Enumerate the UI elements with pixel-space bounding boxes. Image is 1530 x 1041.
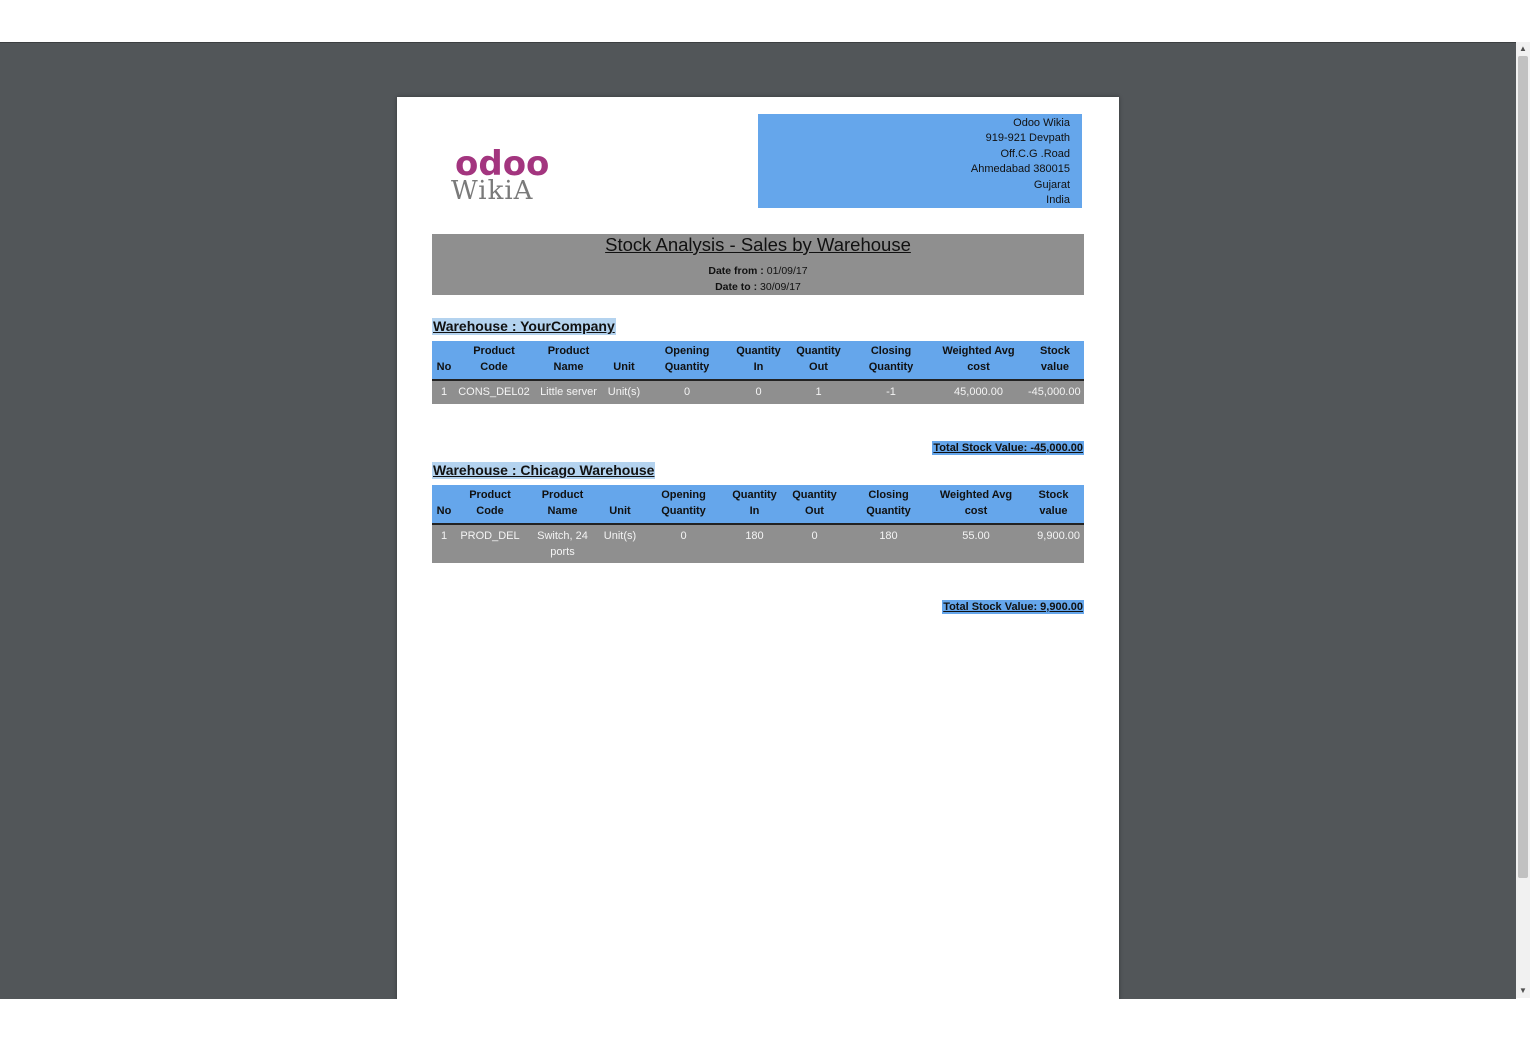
- col-header-stock-value: Stock value: [1026, 341, 1084, 381]
- warehouse-heading: Warehouse : Chicago Warehouse: [432, 462, 656, 479]
- warehouse-table: No Product Code Product Name Unit Opening Q…: [432, 341, 1084, 404]
- col-header-product-name: Product Name: [524, 485, 601, 525]
- table-row: 1 PROD_DEL Switch, 24 ports Unit(s) 0 18…: [432, 524, 1084, 563]
- col-header-quantity-out: Quantity Out: [786, 341, 851, 381]
- company-address-line: 919-921 Devpath: [985, 132, 1070, 145]
- col-header-weighted-avg-cost: Weighted Avg cost: [931, 341, 1026, 381]
- table-header-row: No Product Code Product Name Unit Opening Q…: [432, 485, 1084, 525]
- scroll-down-arrow-icon[interactable]: ▼: [1516, 984, 1530, 998]
- svg-text:WikiA: WikiA: [451, 176, 534, 203]
- report-page: odoo WikiA Odoo Wikia 919-921 Devpath Of…: [397, 97, 1119, 999]
- col-header-unit: Unit: [601, 485, 639, 525]
- date-from-value: 01/09/17: [766, 265, 808, 277]
- odoo-wikia-logo: odoo WikiA: [451, 145, 549, 203]
- pdf-viewer[interactable]: odoo WikiA Odoo Wikia 919-921 Devpath Of…: [0, 42, 1516, 999]
- col-header-quantity-in: Quantity In: [731, 341, 786, 381]
- cell-product-name: Little server: [540, 386, 597, 398]
- col-header-stock-value: Stock value: [1023, 485, 1084, 525]
- company-name: Odoo Wikia: [1013, 117, 1070, 129]
- warehouse-table: No Product Code Product Name Unit Opening Q…: [432, 485, 1084, 563]
- table-row: 1 CONS_DEL02 Little server Unit(s) 0 0 1…: [432, 380, 1084, 404]
- col-header-closing-quantity: Closing Quantity: [851, 341, 931, 381]
- col-header-product-name: Product Name: [532, 341, 605, 381]
- cell-product-code: CONS_DEL02: [458, 386, 530, 398]
- cell-unit: Unit(s): [603, 530, 637, 542]
- col-header-no: No: [432, 341, 456, 381]
- cell-no: 1: [440, 530, 448, 542]
- col-header-opening-quantity: Opening Quantity: [639, 485, 728, 525]
- company-address-block: Odoo Wikia 919-921 Devpath Off.C.G .Road…: [758, 114, 1082, 208]
- company-address-line: Ahmedabad 380015: [970, 163, 1070, 176]
- cell-stock-value: 9,900.00: [1037, 530, 1080, 542]
- date-to-line: Date to : 30/09/17: [432, 279, 1084, 295]
- cell-weighted-avg-cost: 55.00: [962, 530, 990, 542]
- date-from-line: Date from : 01/09/17: [432, 263, 1084, 279]
- cell-stock-value: -45,000.00: [1028, 386, 1081, 398]
- cell-opening-quantity: 0: [680, 530, 687, 542]
- col-header-product-code: Product Code: [456, 485, 524, 525]
- cell-closing-quantity: -1: [886, 386, 896, 398]
- col-header-unit: Unit: [605, 341, 643, 381]
- col-header-no: No: [432, 485, 456, 525]
- col-header-closing-quantity: Closing Quantity: [848, 485, 929, 525]
- scroll-up-arrow-icon[interactable]: ▲: [1516, 42, 1530, 56]
- cell-quantity-out: 0: [811, 530, 818, 542]
- cell-unit: Unit(s): [607, 386, 641, 398]
- cell-quantity-in: 0: [755, 386, 762, 398]
- warehouse-heading: Warehouse : YourCompany: [432, 318, 616, 335]
- cell-product-name: Switch, 24 ports: [537, 530, 588, 558]
- date-from-label: Date from :: [708, 265, 764, 277]
- cell-closing-quantity: 180: [879, 530, 898, 542]
- cell-product-code: PROD_DEL: [460, 530, 520, 542]
- date-to-value: 30/09/17: [760, 281, 801, 293]
- col-header-opening-quantity: Opening Quantity: [643, 341, 731, 381]
- report-header: Stock Analysis - Sales by Warehouse Date…: [432, 234, 1084, 295]
- scrollbar-thumb[interactable]: [1518, 56, 1528, 878]
- report-title: Stock Analysis - Sales by Warehouse: [605, 234, 911, 255]
- total-stock-value: Total Stock Value: 9,900.00: [942, 600, 1084, 614]
- cell-quantity-in: 180: [745, 530, 764, 542]
- col-header-product-code: Product Code: [456, 341, 532, 381]
- table-header-row: No Product Code Product Name Unit Opening Q…: [432, 341, 1084, 381]
- company-address-line: Off.C.G .Road: [1000, 147, 1071, 160]
- cell-quantity-out: 1: [815, 386, 822, 398]
- cell-opening-quantity: 0: [683, 386, 691, 398]
- cell-no: 1: [440, 386, 448, 398]
- total-stock-value: Total Stock Value: -45,000.00: [932, 441, 1084, 455]
- date-to-label: Date to :: [715, 281, 758, 293]
- company-state: Gujarat: [1033, 178, 1070, 191]
- vertical-scrollbar[interactable]: ▲ ▼: [1516, 42, 1530, 998]
- cell-weighted-avg-cost: 45,000.00: [954, 386, 1003, 398]
- col-header-quantity-out: Quantity Out: [781, 485, 848, 525]
- col-header-weighted-avg-cost: Weighted Avg cost: [929, 485, 1023, 525]
- company-country: India: [1046, 194, 1070, 207]
- col-header-quantity-in: Quantity In: [728, 485, 781, 525]
